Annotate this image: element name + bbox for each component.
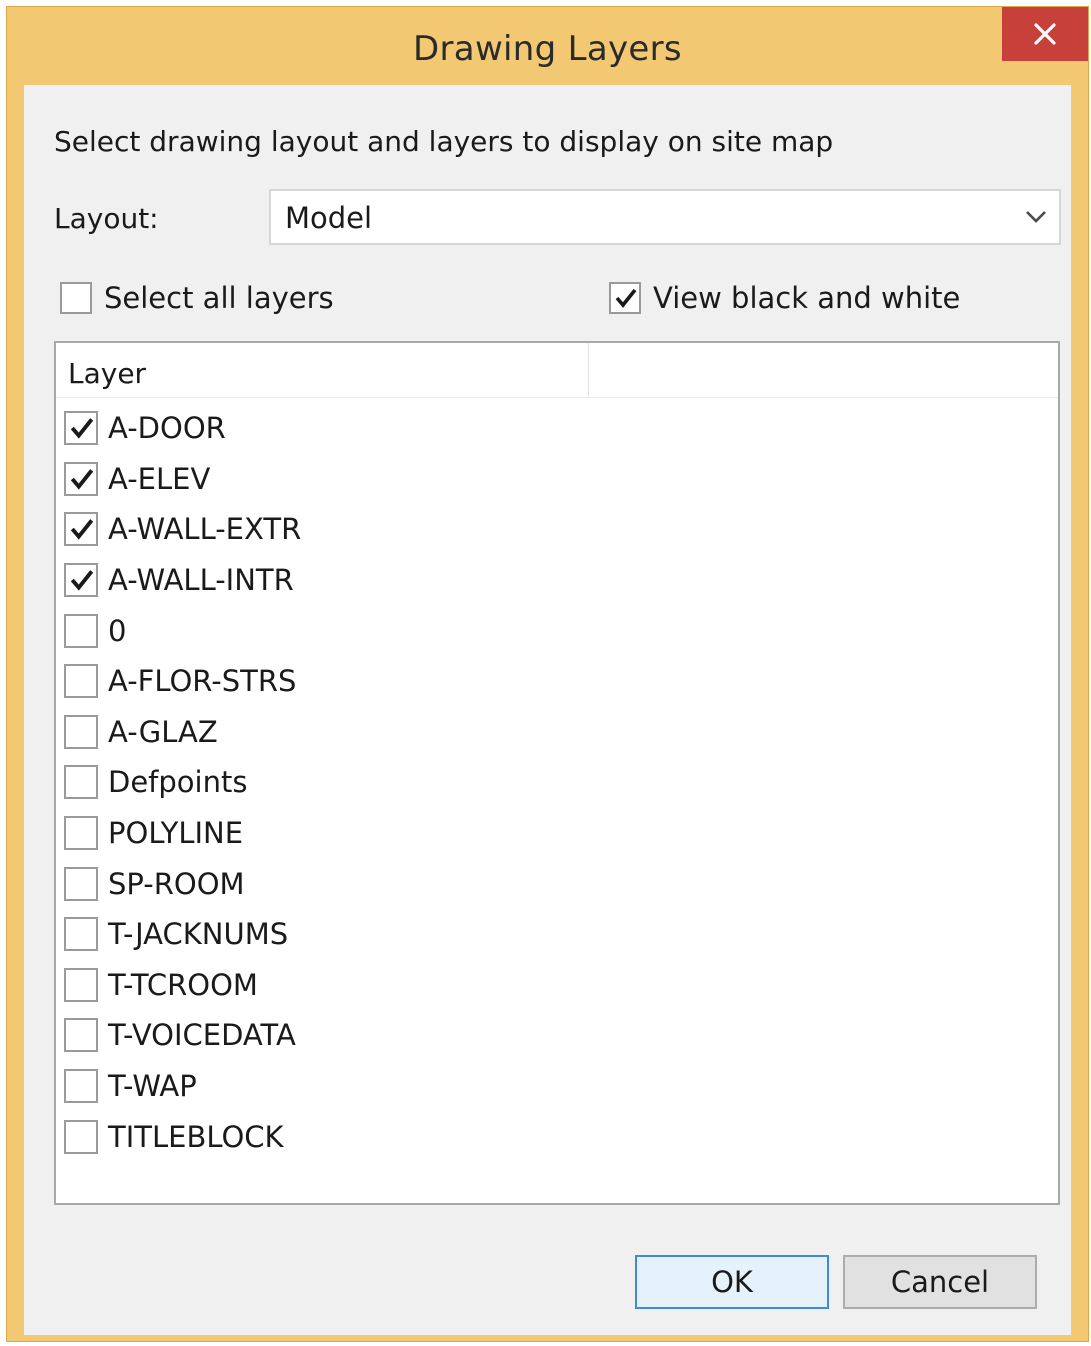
layer-checkbox[interactable] (64, 613, 98, 648)
layer-name: POLYLINE (108, 816, 244, 851)
checkmark-icon (70, 570, 94, 591)
layer-name: SP-ROOM (108, 866, 245, 901)
layer-checkbox[interactable] (64, 1018, 98, 1053)
layer-checkbox[interactable] (64, 1069, 98, 1104)
window-title: Drawing Layers (413, 29, 682, 69)
checkmark-icon (70, 418, 94, 439)
layer-name: 0 (108, 613, 127, 648)
layer-row[interactable]: POLYLINE (64, 808, 1044, 859)
layer-row[interactable]: 0 (64, 605, 1044, 656)
cancel-button[interactable]: Cancel (843, 1255, 1037, 1309)
instruction-text: Select drawing layout and layers to disp… (54, 125, 834, 158)
layer-row[interactable]: A-WALL-INTR (64, 555, 1044, 606)
select-all-layers-label: Select all layers (104, 281, 334, 315)
layout-select[interactable]: Model (269, 189, 1061, 245)
layer-row[interactable]: T-VOICEDATA (64, 1010, 1044, 1061)
layer-row[interactable]: A-DOOR (64, 403, 1044, 454)
layer-name: T-JACKNUMS (108, 917, 289, 952)
layer-checkbox[interactable] (64, 1119, 98, 1154)
layer-checkbox[interactable] (64, 461, 98, 496)
title-bar[interactable]: Drawing Layers (7, 7, 1088, 85)
view-black-and-white-label: View black and white (653, 281, 961, 315)
layer-row[interactable]: Defpoints (64, 757, 1044, 808)
column-divider[interactable] (588, 343, 589, 397)
layer-row[interactable]: A-ELEV (64, 454, 1044, 505)
layer-name: A-WALL-EXTR (108, 512, 302, 547)
layer-row[interactable]: T-TCROOM (64, 960, 1044, 1011)
layer-checkbox[interactable] (64, 714, 98, 749)
layer-name: A-WALL-INTR (108, 563, 294, 598)
select-all-layers-checkbox[interactable]: Select all layers (60, 281, 334, 315)
layer-list[interactable]: Layer A-DOOR A-ELEV A-WALL-EXTR A-WALL-INTR… (54, 341, 1060, 1205)
layer-row[interactable]: A-GLAZ (64, 707, 1044, 758)
layout-label: Layout: (54, 202, 159, 235)
black-white-checkbox-box (609, 282, 641, 314)
drawing-layers-dialog: Drawing Layers Select drawing layout and… (6, 6, 1089, 1342)
layer-checkbox[interactable] (64, 967, 98, 1002)
layer-name: T-TCROOM (108, 967, 258, 1002)
close-button[interactable] (1002, 7, 1088, 61)
layer-checkbox[interactable] (64, 917, 98, 952)
checkmark-icon (70, 469, 94, 490)
layer-row[interactable]: T-WAP (64, 1061, 1044, 1112)
column-header-layer[interactable]: Layer (68, 357, 146, 390)
select-all-checkbox-box (60, 282, 92, 314)
layer-row[interactable]: SP-ROOM (64, 858, 1044, 909)
layer-name: A-FLOR-STRS (108, 664, 297, 699)
layer-name: T-VOICEDATA (108, 1018, 296, 1053)
layer-checkbox[interactable] (64, 512, 98, 547)
layer-row[interactable]: A-FLOR-STRS (64, 656, 1044, 707)
layer-name: Defpoints (108, 765, 248, 800)
layer-checkbox[interactable] (64, 765, 98, 800)
layer-checkbox[interactable] (64, 563, 98, 598)
view-black-and-white-checkbox[interactable]: View black and white (609, 281, 960, 315)
chevron-down-icon (1026, 211, 1046, 223)
dialog-body: Select drawing layout and layers to disp… (24, 85, 1071, 1335)
layer-row[interactable]: A-WALL-EXTR (64, 504, 1044, 555)
layer-checkbox[interactable] (64, 866, 98, 901)
ok-button[interactable]: OK (635, 1255, 829, 1309)
checkmark-icon (70, 519, 94, 541)
layer-list-header: Layer (56, 343, 1058, 398)
layer-checkbox[interactable] (64, 664, 98, 699)
close-icon (1034, 23, 1056, 45)
checkmark-icon (615, 288, 637, 308)
layer-row[interactable]: T-JACKNUMS (64, 909, 1044, 960)
layer-name: A-ELEV (108, 461, 211, 496)
layer-name: A-GLAZ (108, 714, 218, 749)
layout-select-value: Model (285, 201, 373, 235)
layer-name: TITLEBLOCK (108, 1119, 284, 1154)
layer-name: A-DOOR (108, 411, 226, 446)
layer-checkbox[interactable] (64, 411, 98, 446)
layer-row[interactable]: TITLEBLOCK (64, 1111, 1044, 1162)
layer-rows: A-DOOR A-ELEV A-WALL-EXTR A-WALL-INTR 0 A-FLO… (64, 403, 1044, 1162)
layer-checkbox[interactable] (64, 816, 98, 851)
layer-name: T-WAP (108, 1069, 197, 1104)
